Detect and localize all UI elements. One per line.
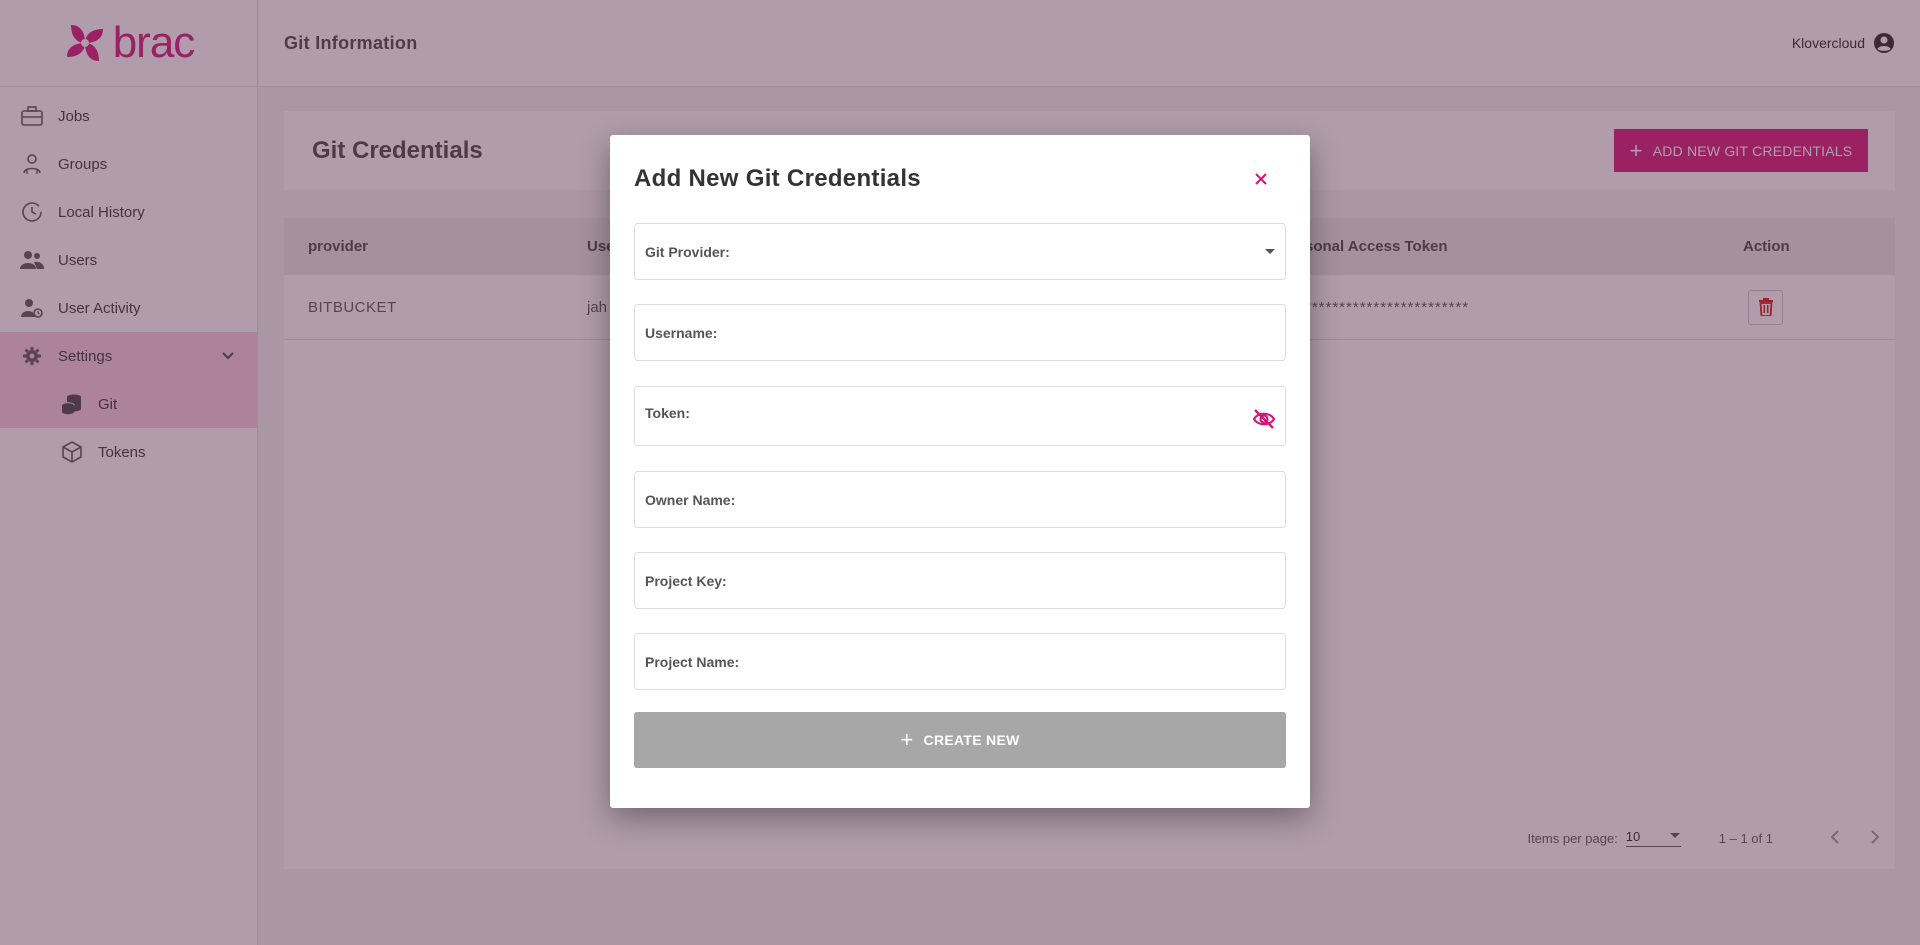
owner-name-field[interactable]: Owner Name: (634, 471, 1286, 528)
dialog-header: Add New Git Credentials (634, 135, 1286, 223)
project-name-field[interactable]: Project Name: (634, 633, 1286, 690)
owner-name-label: Owner Name: (645, 491, 736, 508)
add-git-credentials-dialog: Add New Git Credentials Git Provider: Us… (610, 135, 1310, 808)
git-provider-label: Git Provider: (645, 243, 730, 260)
close-button[interactable] (1250, 168, 1272, 190)
token-label: Token: (645, 405, 690, 421)
dialog-title: Add New Git Credentials (634, 165, 921, 192)
create-new-label: CREATE NEW (923, 732, 1020, 748)
token-field[interactable]: Token: (634, 386, 1286, 446)
project-key-field[interactable]: Project Key: (634, 552, 1286, 609)
close-icon (1255, 173, 1267, 185)
plus-icon: + (900, 727, 914, 752)
dropdown-arrow-icon (1264, 248, 1276, 256)
create-new-button[interactable]: + CREATE NEW (634, 712, 1286, 768)
project-name-label: Project Name: (645, 653, 740, 670)
git-provider-select[interactable]: Git Provider: (634, 223, 1286, 280)
username-field[interactable]: Username: (634, 304, 1286, 361)
project-key-label: Project Key: (645, 572, 727, 589)
username-label: Username: (645, 324, 718, 341)
visibility-off-icon[interactable] (1252, 409, 1276, 429)
